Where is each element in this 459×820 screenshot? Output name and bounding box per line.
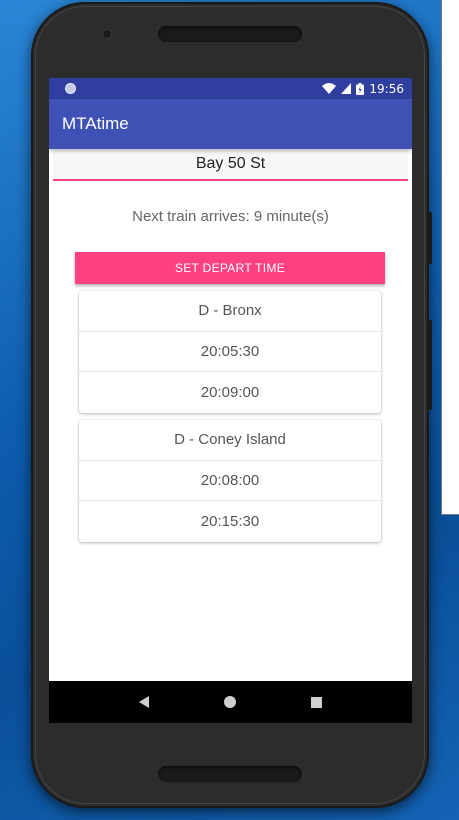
front-camera bbox=[102, 29, 112, 39]
top-speaker bbox=[158, 26, 302, 42]
battery-icon bbox=[356, 82, 365, 95]
app-title: MTAtime bbox=[62, 114, 129, 133]
arrival-time-row: 20:15:30 bbox=[200, 512, 260, 530]
arrival-time-row: 20:09:00 bbox=[200, 383, 260, 401]
station-input[interactable]: Bay 50 St bbox=[53, 149, 408, 181]
direction-card-bronx: D - Bronx 20:05:30 20:09:00 bbox=[79, 291, 381, 413]
next-train-text: Next train arrives: 9 minute(s) bbox=[132, 208, 329, 225]
recents-icon[interactable] bbox=[311, 696, 323, 708]
direction-card-coney-island: D - Coney Island 20:08:00 20:15:30 bbox=[79, 420, 381, 542]
main-content: Bay 50 St Next train arrives: 9 minute(s… bbox=[49, 149, 412, 681]
bottom-speaker bbox=[158, 766, 302, 782]
cellular-signal-icon bbox=[341, 83, 352, 94]
phone-screen: 19:56 MTAtime Bay 50 St Next train arriv… bbox=[49, 78, 412, 723]
power-button[interactable] bbox=[428, 212, 432, 264]
status-time: 19:56 bbox=[369, 81, 404, 96]
status-bar: 19:56 bbox=[49, 78, 412, 99]
notification-dot-icon bbox=[65, 83, 76, 94]
arrival-time-row: 20:08:00 bbox=[79, 461, 381, 501]
navigation-bar bbox=[49, 681, 412, 723]
direction-header: D - Bronx bbox=[79, 291, 381, 332]
arrival-time-row: 20:05:30 bbox=[79, 332, 381, 372]
wifi-icon bbox=[322, 83, 337, 94]
home-icon[interactable] bbox=[223, 696, 236, 708]
set-depart-time-button[interactable]: SET DEPART TIME bbox=[75, 252, 385, 284]
volume-button[interactable] bbox=[428, 320, 432, 410]
app-bar: MTAtime bbox=[49, 99, 412, 149]
direction-header: D - Coney Island bbox=[79, 420, 381, 461]
station-input-value: Bay 50 St bbox=[195, 155, 266, 172]
back-icon[interactable] bbox=[138, 696, 149, 708]
background-window bbox=[441, 0, 459, 515]
